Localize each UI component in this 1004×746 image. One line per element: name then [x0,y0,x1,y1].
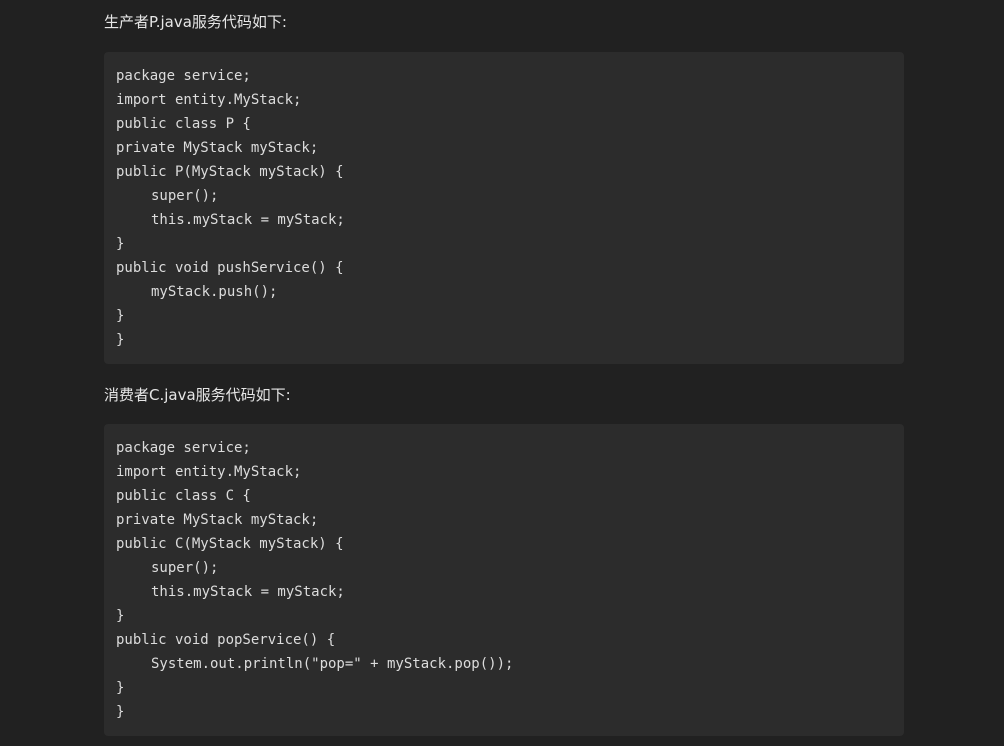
code-line: package service; [116,440,251,456]
code-line: } [116,236,125,252]
code-line: import entity.MyStack; [116,464,302,480]
code-line: } [116,680,125,696]
code-line: package service; [116,68,251,84]
code-line: private MyStack myStack; [116,140,319,156]
code-line: public void popService() { [116,632,336,648]
code-line: this.myStack = myStack; [151,212,345,228]
code-line: myStack.push(); [151,284,278,300]
code-line: public class C { [116,488,251,504]
code-line: public P(MyStack myStack) { [116,164,344,180]
code-line: } [116,308,125,324]
code-line: private MyStack myStack; [116,512,319,528]
code-line: public C(MyStack myStack) { [116,536,344,552]
consumer-code-block[interactable]: package service; import entity.MyStack; pu… [104,424,904,736]
code-line: } [116,704,125,720]
code-line: System.out.println("pop=" + myStack.pop(… [151,656,514,672]
code-line: } [116,332,125,348]
code-line: super(); [151,560,219,576]
consumer-intro-text: 消费者C.java服务代码如下: [104,386,291,404]
producer-intro-text: 生产者P.java服务代码如下: [104,13,287,31]
code-line: import entity.MyStack; [116,92,302,108]
code-line: this.myStack = myStack; [151,584,345,600]
producer-code-block[interactable]: package service; import entity.MyStack; pu… [104,52,904,364]
code-line: super(); [151,188,219,204]
code-line: public class P { [116,116,251,132]
code-line: } [116,608,125,624]
code-line: public void pushService() { [116,260,344,276]
article-content: 生产者P.java服务代码如下: package service; import … [0,0,1004,746]
